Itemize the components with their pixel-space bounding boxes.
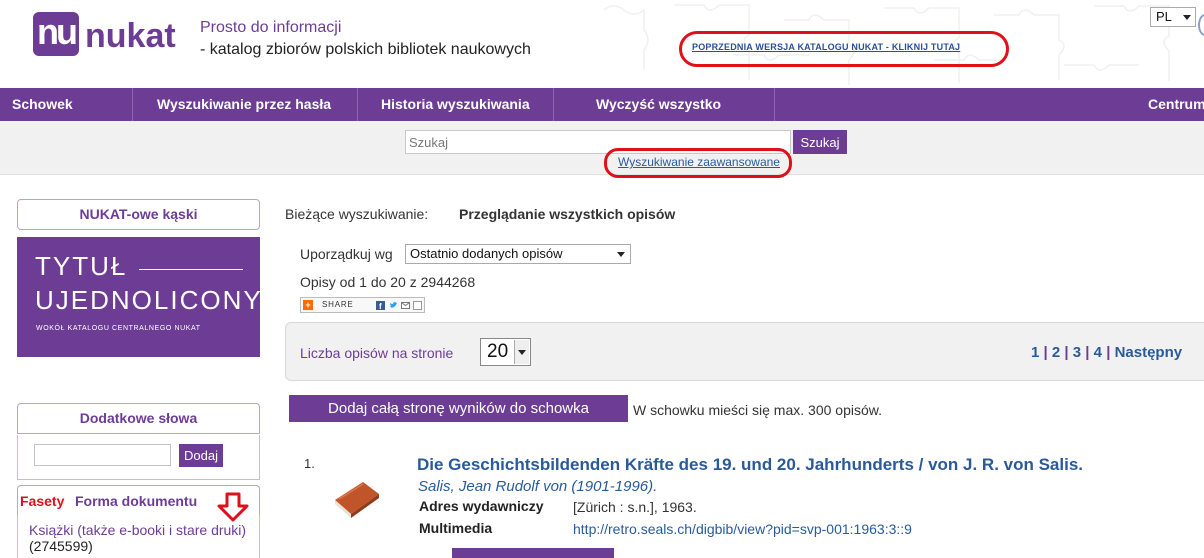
facet-item-count: (2745599)	[29, 538, 93, 554]
banner-line-2: UJEDNOLICONY	[35, 285, 263, 315]
extra-words-input[interactable]	[34, 444, 171, 466]
nukat-logo[interactable]: nu nukat	[33, 12, 183, 60]
share-label: SHARE	[322, 300, 354, 309]
nav-search-history[interactable]: Historia wyszukiwania	[381, 88, 530, 121]
result-range: Opisy od 1 do 20 z 2944268	[300, 274, 476, 290]
publisher-value: [Zürich : s.n.], 1963.	[573, 499, 697, 515]
page-link-1[interactable]: 1	[1031, 344, 1039, 361]
add-to-clipboard-button[interactable]	[452, 548, 614, 558]
add-words-button[interactable]: Dodaj	[179, 444, 223, 467]
email-icon	[401, 302, 410, 309]
add-page-to-clipboard-button[interactable]: Dodaj całą stronę wyników do schowka	[289, 395, 628, 422]
next-page-link[interactable]: Następny	[1115, 344, 1183, 361]
nav-clipboard[interactable]: Schowek	[12, 88, 73, 121]
red-highlight-oval	[604, 148, 792, 178]
nav-browse-headings[interactable]: Wyszukiwanie przez hasła	[157, 88, 331, 121]
current-search-value: Przeglądanie wszystkich opisów	[459, 206, 676, 222]
banner-rule	[139, 269, 243, 270]
tagline-primary: Prosto do informacji	[200, 19, 342, 36]
nav-separator	[132, 88, 133, 121]
result-number: 1.	[304, 456, 315, 471]
chevron-down-icon	[514, 340, 529, 364]
language-value: PL	[1156, 9, 1172, 24]
pager-separator: |	[1043, 344, 1052, 361]
page-link-4[interactable]: 4	[1094, 344, 1102, 361]
facebook-icon: f	[376, 301, 385, 310]
multimedia-label: Multimedia	[419, 520, 493, 536]
banner-line-3: WOKÓŁ KATALOGU CENTRALNEGO NUKAT	[36, 325, 201, 332]
facet-item-books[interactable]: Książki (także e-booki i stare druki)	[29, 522, 246, 538]
nav-separator	[553, 88, 554, 121]
header: nu nukat Prosto do informacji - katalog …	[0, 0, 1204, 88]
sort-value: Ostatnio dodanych opisów	[410, 246, 563, 261]
red-highlight-oval	[679, 31, 1009, 67]
share-button[interactable]: + SHARE f	[300, 297, 425, 313]
extra-words-header: Dodatkowe słowa	[17, 403, 260, 434]
sort-select[interactable]: Ostatnio dodanych opisów	[405, 244, 631, 264]
book-icon	[335, 482, 379, 518]
logo-mark: nu	[33, 12, 79, 56]
clipboard-limit-note: W schowku mieści się max. 300 opisów.	[633, 402, 882, 418]
current-search-label: Bieżące wyszukiwanie:	[285, 206, 429, 222]
pager-separator: |	[1106, 344, 1115, 361]
publisher-label: Adres wydawniczy	[419, 498, 544, 514]
banner-line-1: TYTUŁ	[35, 251, 128, 281]
chevron-down-icon	[617, 252, 625, 257]
result-author-link[interactable]: Salis, Jean Rudolf von (1901-1996).	[418, 478, 657, 495]
uniform-title-banner[interactable]: TYTUŁ UJEDNOLICONY WOKÓŁ KATALOGU CENTRA…	[17, 237, 263, 357]
pagination: 1 | 2 | 3 | 4 | Następny	[1031, 344, 1182, 361]
result-title-link[interactable]: Die Geschichtsbildenden Kräfte des 19. u…	[417, 455, 1083, 475]
nukat-tidbits-header: NUKAT-owe kąski	[17, 199, 260, 230]
language-select[interactable]: PL	[1150, 7, 1196, 27]
nav-separator	[774, 88, 775, 121]
main-nav: Schowek Wyszukiwanie przez hasła Histori…	[0, 88, 1204, 121]
pager-separator: |	[1085, 344, 1094, 361]
per-page-label: Liczba opisów na stronie	[300, 345, 454, 361]
svg-text:f: f	[379, 302, 382, 310]
nav-center[interactable]: Centrum	[1148, 88, 1204, 121]
per-page-value: 20	[487, 341, 509, 362]
addthis-plus-icon: +	[303, 300, 313, 310]
per-page-select[interactable]: 20	[480, 338, 531, 366]
search-bar: Szukaj Wyszukiwanie zaawansowane	[0, 121, 1204, 178]
facets-label: Fasety	[20, 493, 65, 509]
twitter-icon	[390, 302, 397, 308]
more-icon	[413, 301, 422, 310]
sort-label: Uporządkuj wg	[300, 246, 393, 262]
page-link-2[interactable]: 2	[1052, 344, 1060, 361]
multimedia-link[interactable]: http://retro.seals.ch/digbib/view?pid=sv…	[573, 521, 912, 537]
facet-name: Forma dokumentu	[75, 493, 198, 509]
nav-clear-all[interactable]: Wyczyść wszystko	[596, 88, 721, 121]
logo-text: nukat	[85, 17, 176, 55]
pager-separator: |	[1064, 344, 1073, 361]
search-button[interactable]: Szukaj	[793, 130, 847, 154]
tagline-secondary: - katalog zbiorów polskich bibliotek nau…	[200, 41, 531, 58]
nav-separator	[357, 88, 358, 121]
chevron-down-icon	[1183, 15, 1191, 20]
page-link-3[interactable]: 3	[1073, 344, 1081, 361]
